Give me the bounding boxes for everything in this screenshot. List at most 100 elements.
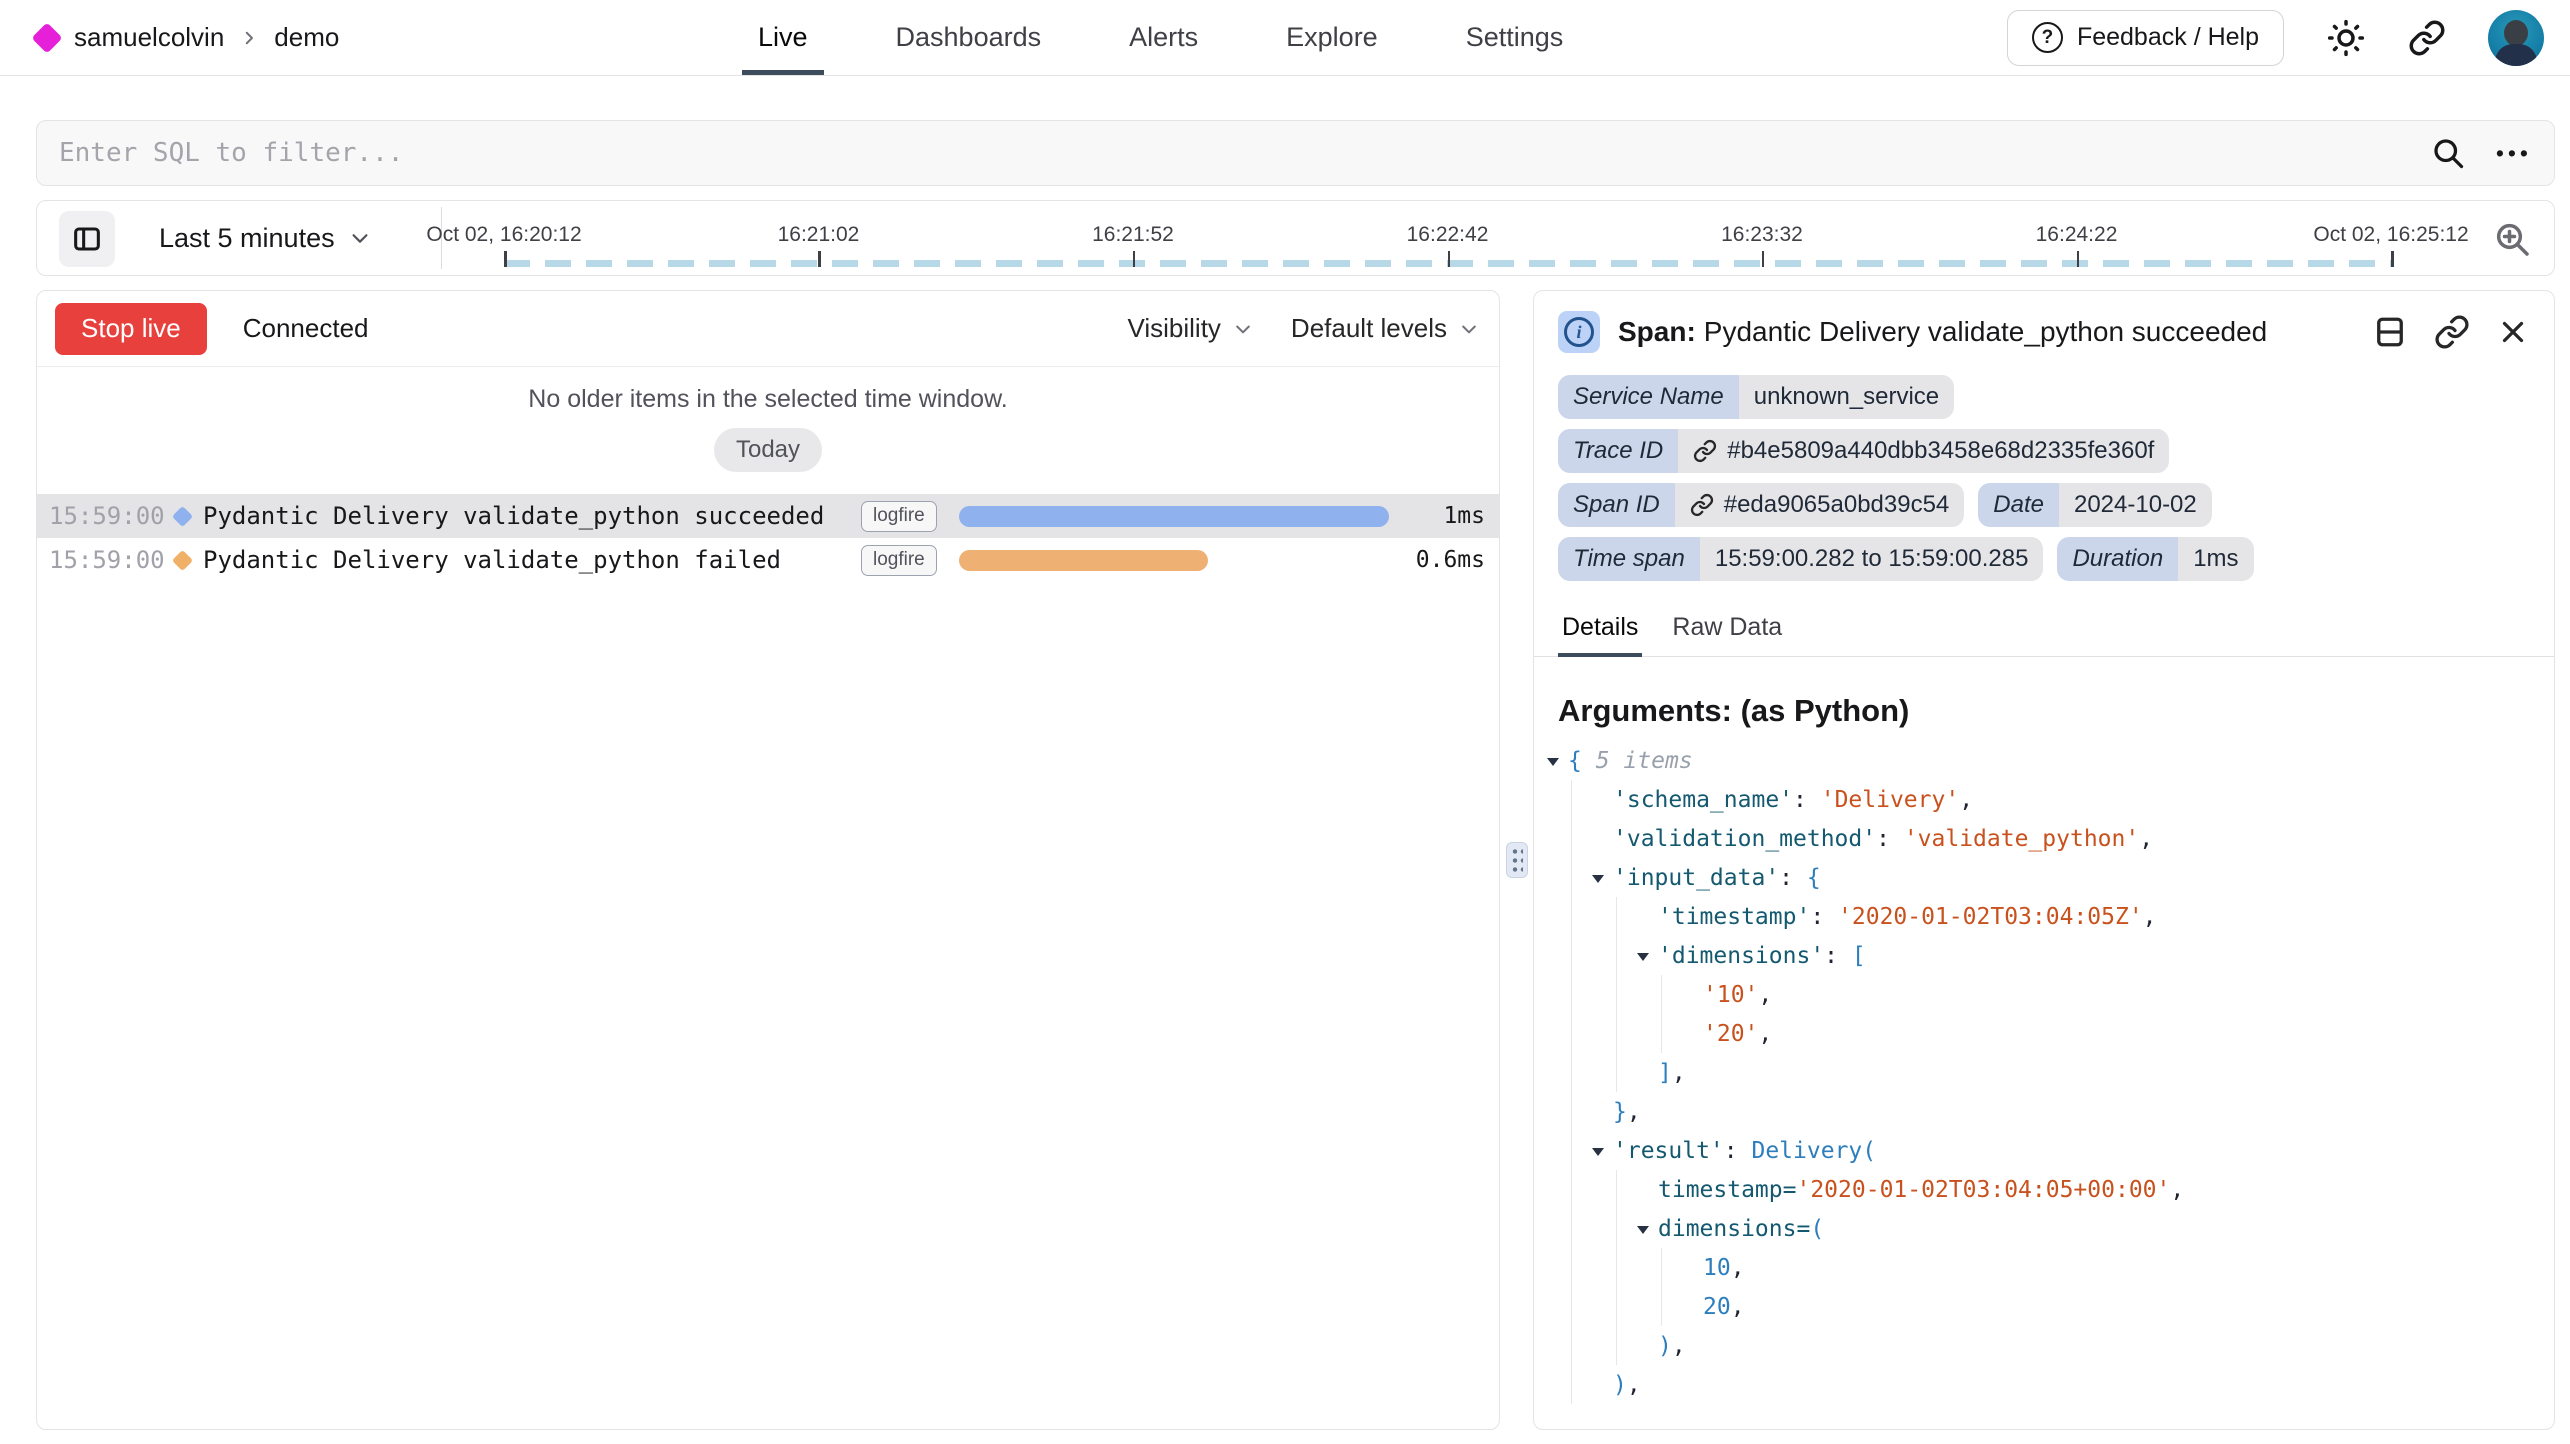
logfire-live-page: samuelcolvin demo Live Dashboards Alerts Ex… — [0, 0, 2570, 1444]
sql-filter-input[interactable] — [59, 138, 2430, 168]
code-text: { 5 items — [1544, 748, 1693, 774]
indent-guide — [1571, 819, 1572, 858]
log-message: Pydantic Delivery validate_python succee… — [203, 502, 851, 530]
close-icon[interactable] — [2496, 315, 2530, 349]
log-rows: 15:59:00Pydantic Delivery validate_pytho… — [37, 494, 1499, 582]
tab-details[interactable]: Details — [1558, 603, 1642, 656]
span-attr-badge: Time span15:59:00.282 to 15:59:00.285 — [1558, 537, 2043, 581]
time-range-bar: Last 5 minutes Oct 02, 16:20:1216:21:021… — [36, 200, 2555, 276]
indent-guide — [1571, 780, 1572, 819]
user-avatar[interactable] — [2488, 10, 2544, 66]
code-line: 'result': Delivery( — [1544, 1131, 2544, 1170]
code-text: 'input_data': { — [1544, 865, 1821, 891]
code-text: 'timestamp': '2020-01-02T03:04:05Z', — [1544, 904, 2157, 930]
code-text: ], — [1544, 1060, 1686, 1086]
sidebar-toggle-button[interactable] — [59, 211, 115, 267]
indent-guide — [1571, 1287, 1572, 1326]
indent-guide — [1616, 1053, 1617, 1092]
duration-label: 1ms — [1389, 503, 1485, 529]
span-title-text: Pydantic Delivery validate_python succee… — [1704, 316, 2267, 347]
code-line: ), — [1544, 1326, 2544, 1365]
span-detail-header: i Span:Pydantic Delivery validate_python… — [1534, 291, 2554, 363]
indent-guide — [1616, 1014, 1617, 1053]
visibility-dropdown[interactable]: Visibility — [1127, 313, 1252, 344]
today-button[interactable]: Today — [714, 428, 822, 472]
tick-mark — [504, 251, 507, 267]
duration-bar — [959, 506, 1389, 527]
main-nav: Live Dashboards Alerts Explore Settings — [742, 0, 1579, 75]
tick-label: Oct 02, 16:20:12 — [426, 223, 581, 247]
tab-raw-data[interactable]: Raw Data — [1668, 603, 1786, 656]
timeline-zoom-button[interactable] — [2492, 219, 2532, 259]
nav-item-settings[interactable]: Settings — [1450, 0, 1580, 75]
copy-link-icon[interactable] — [2434, 314, 2470, 350]
code-line: 20, — [1544, 1287, 2544, 1326]
log-row[interactable]: 15:59:00Pydantic Delivery validate_pytho… — [37, 538, 1499, 582]
indent-guide — [1661, 975, 1662, 1014]
collapse-chevron-icon[interactable] — [1637, 953, 1649, 961]
splitter-grip-icon[interactable] — [1506, 842, 1528, 878]
badge-value-text: #b4e5809a440dbb3458e68d2335fe360f — [1727, 437, 2154, 465]
span-attr-badge: Trace ID#b4e5809a440dbb3458e68d2335fe360… — [1558, 429, 2169, 473]
span-detail-panel: i Span:Pydantic Delivery validate_python… — [1533, 290, 2555, 1430]
badge-value: #b4e5809a440dbb3458e68d2335fe360f — [1678, 429, 2169, 473]
arguments-heading: Arguments: (as Python) — [1534, 657, 2554, 735]
main-content: Stop live Connected Visibility Default l… — [36, 290, 2555, 1430]
badge-value-text: #eda9065a0bd39c54 — [1724, 491, 1950, 519]
code-line: { 5 items — [1544, 741, 2544, 780]
badge-label: Service Name — [1558, 375, 1739, 419]
tick-mark — [2391, 251, 2394, 267]
logfire-logo-icon[interactable] — [31, 22, 62, 53]
search-icon[interactable] — [2430, 135, 2466, 171]
indent-guide — [1571, 975, 1572, 1014]
diamond-icon — [171, 505, 192, 526]
indent-guide — [1616, 936, 1617, 975]
code-line: 'schema_name': 'Delivery', — [1544, 780, 2544, 819]
panel-splitter[interactable] — [1500, 290, 1533, 1430]
connection-status: Connected — [243, 313, 369, 344]
collapse-chevron-icon[interactable] — [1637, 1226, 1649, 1234]
link-icon[interactable] — [1690, 493, 1714, 517]
code-line: ), — [1544, 1365, 2544, 1404]
detail-tabs: Details Raw Data — [1534, 603, 2554, 657]
breadcrumb-org[interactable]: samuelcolvin — [74, 22, 224, 53]
indent-guide — [1661, 1014, 1662, 1053]
collapse-chevron-icon[interactable] — [1547, 758, 1559, 766]
duration-track — [959, 506, 1389, 527]
link-icon[interactable] — [1693, 439, 1717, 463]
feedback-help-button[interactable]: ? Feedback / Help — [2007, 10, 2284, 66]
nav-item-live[interactable]: Live — [742, 0, 824, 75]
feedback-help-label: Feedback / Help — [2077, 23, 2259, 52]
indent-guide — [1571, 936, 1572, 975]
breadcrumb: samuelcolvin demo — [36, 22, 339, 53]
timeline[interactable]: Oct 02, 16:20:1216:21:0216:21:5216:22:42… — [504, 201, 2391, 275]
code-line: 'dimensions': [ — [1544, 936, 2544, 975]
time-range-select[interactable]: Last 5 minutes — [159, 201, 371, 275]
theme-toggle-button[interactable] — [2326, 18, 2366, 58]
nav-item-explore[interactable]: Explore — [1270, 0, 1394, 75]
collapse-chevron-icon[interactable] — [1592, 875, 1604, 883]
duration-bar — [959, 550, 1209, 571]
nav-item-dashboards[interactable]: Dashboards — [880, 0, 1058, 75]
live-feed-header: Stop live Connected Visibility Default l… — [37, 291, 1499, 367]
code-line: '20', — [1544, 1014, 2544, 1053]
default-levels-dropdown[interactable]: Default levels — [1291, 313, 1479, 344]
time-range-label: Last 5 minutes — [159, 223, 335, 254]
code-line: 'input_data': { — [1544, 858, 2544, 897]
indent-guide — [1616, 897, 1617, 936]
share-link-button[interactable] — [2408, 19, 2446, 57]
code-line: dimensions=( — [1544, 1209, 2544, 1248]
stop-live-button[interactable]: Stop live — [55, 303, 207, 355]
indent-guide — [1661, 1248, 1662, 1287]
log-row[interactable]: 15:59:00Pydantic Delivery validate_pytho… — [37, 494, 1499, 538]
code-text: timestamp='2020-01-02T03:04:05+00:00', — [1544, 1177, 2184, 1203]
tick-label: 16:23:32 — [1721, 223, 1803, 247]
log-level-icon — [161, 553, 203, 568]
collapse-chevron-icon[interactable] — [1592, 1148, 1604, 1156]
duration-track — [959, 550, 1389, 571]
nav-item-alerts[interactable]: Alerts — [1113, 0, 1214, 75]
layout-panel-icon[interactable] — [2372, 314, 2408, 350]
more-options-icon[interactable]: ••• — [2496, 142, 2532, 165]
code-text: }, — [1544, 1099, 1641, 1125]
breadcrumb-project[interactable]: demo — [274, 22, 339, 53]
